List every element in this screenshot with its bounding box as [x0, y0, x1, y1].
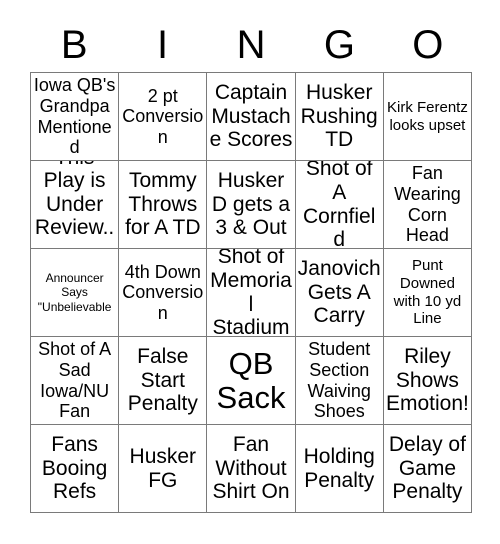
bingo-cell-b1[interactable]: Iowa QB's Grandpa Mentioned — [31, 73, 120, 161]
bingo-cell-label: Riley Shows Emotion! — [385, 345, 469, 416]
bingo-row: Fans Booing Refs Husker FG Fan Without S… — [31, 425, 473, 513]
bingo-cell-g3[interactable]: Janovich Gets A Carry — [295, 249, 384, 337]
bingo-header-letter-g: G — [323, 23, 355, 67]
bingo-cell-label: Iowa QB's Grandpa Mentioned — [33, 75, 116, 158]
bingo-cell-n3[interactable]: Shot of Memorial Stadium — [207, 249, 296, 337]
bingo-cell-label: Fans Booing Refs — [41, 433, 108, 504]
bingo-card: B I N G O Iowa QB's Grandpa Mentioned 2 … — [0, 0, 500, 544]
bingo-cell-label: Janovich Gets A Carry — [297, 257, 381, 328]
bingo-cell-i4[interactable]: False Start Penalty — [119, 337, 208, 425]
bingo-cell-i1[interactable]: 2 pt Conversion — [119, 73, 208, 161]
bingo-cell-b5[interactable]: Fans Booing Refs — [31, 425, 120, 513]
bingo-cell-label: Delay of Game Penalty — [388, 433, 466, 504]
bingo-cell-label: Kirk Ferentz looks upset — [386, 98, 468, 134]
bingo-cell-label: Shot of Memorial Stadium — [210, 249, 292, 337]
bingo-cell-label: Fan Wearing Corn Head — [394, 163, 461, 246]
bingo-cell-o5[interactable]: Delay of Game Penalty — [383, 425, 473, 513]
bingo-cell-o1[interactable]: Kirk Ferentz looks upset — [383, 73, 473, 161]
bingo-cell-g1[interactable]: Husker Rushing TD — [295, 73, 384, 161]
bingo-cell-label: Captain Mustache Scores — [209, 81, 293, 152]
bingo-cell-label: Announcer Says "Unbelievable — [37, 270, 112, 314]
bingo-cell-g2[interactable]: Shot of A Cornfield — [295, 161, 384, 249]
bingo-cell-label: QB Sack — [216, 346, 286, 415]
bingo-cell-label: Husker Rushing TD — [300, 81, 378, 152]
bingo-cell-label: Holding Penalty — [303, 444, 375, 492]
bingo-row: This Play is Under Review... Tommy Throw… — [31, 161, 473, 249]
bingo-cell-label: Shot of A Cornfield — [303, 161, 376, 249]
bingo-cell-i3[interactable]: 4th Down Conversion — [119, 249, 208, 337]
bingo-cell-b4[interactable]: Shot of A Sad Iowa/NU Fan — [31, 337, 120, 425]
bingo-cell-label: Shot of A Sad Iowa/NU Fan — [38, 339, 112, 422]
bingo-header-letter-n: N — [236, 23, 266, 67]
bingo-cell-label: 4th Down Conversion — [122, 261, 204, 323]
bingo-cell-b2[interactable]: This Play is Under Review... — [31, 161, 120, 249]
bingo-cell-label: False Start Penalty — [127, 345, 198, 416]
bingo-grid: Iowa QB's Grandpa Mentioned 2 pt Convers… — [30, 72, 473, 513]
bingo-header-letter-b: B — [60, 23, 88, 67]
bingo-row: Shot of A Sad Iowa/NU Fan False Start Pe… — [31, 337, 473, 425]
bingo-cell-label: Fan Without Shirt On — [212, 433, 290, 504]
bingo-cell-n5[interactable]: Fan Without Shirt On — [207, 425, 296, 513]
bingo-cell-label: Punt Downed with 10 yd Line — [393, 257, 462, 328]
bingo-header: B I N G O — [30, 18, 472, 72]
bingo-cell-o4[interactable]: Riley Shows Emotion! — [383, 337, 473, 425]
bingo-cell-g4[interactable]: Student Section Waiving Shoes — [295, 337, 384, 425]
bingo-cell-i5[interactable]: Husker FG — [119, 425, 208, 513]
bingo-cell-n1[interactable]: Captain Mustache Scores — [207, 73, 296, 161]
bingo-cell-n4-free-space[interactable]: QB Sack — [207, 337, 296, 425]
bingo-cell-b3[interactable]: Announcer Says "Unbelievable — [31, 249, 120, 337]
bingo-row: Iowa QB's Grandpa Mentioned 2 pt Convers… — [31, 73, 473, 161]
bingo-cell-o2[interactable]: Fan Wearing Corn Head — [383, 161, 473, 249]
bingo-cell-o3[interactable]: Punt Downed with 10 yd Line — [383, 249, 473, 337]
bingo-cell-n2[interactable]: Husker D gets a 3 & Out — [207, 161, 296, 249]
bingo-cell-label: Husker FG — [129, 444, 197, 492]
bingo-header-letter-i: I — [157, 23, 169, 67]
bingo-cell-g5[interactable]: Holding Penalty — [295, 425, 384, 513]
bingo-cell-label: 2 pt Conversion — [122, 85, 204, 147]
bingo-cell-label: Tommy Throws for A TD — [125, 169, 201, 240]
bingo-row: Announcer Says "Unbelievable 4th Down Co… — [31, 249, 473, 337]
bingo-cell-label: This Play is Under Review... — [34, 161, 115, 248]
bingo-cell-i2[interactable]: Tommy Throws for A TD — [119, 161, 208, 249]
bingo-cell-label: Husker D gets a 3 & Out — [211, 169, 291, 240]
bingo-header-letter-o: O — [412, 23, 444, 67]
bingo-cell-label: Student Section Waiving Shoes — [307, 339, 371, 422]
